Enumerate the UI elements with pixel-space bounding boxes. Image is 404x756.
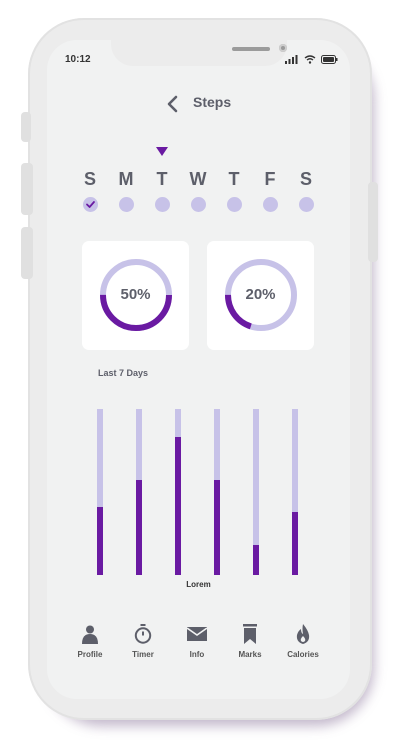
flame-icon xyxy=(293,624,313,644)
day-label-5[interactable]: F xyxy=(258,169,282,190)
nav-label: Info xyxy=(189,650,205,659)
speaker xyxy=(232,47,270,51)
status-icons xyxy=(285,55,338,64)
bookmark-icon xyxy=(240,624,260,644)
bar-track-4 xyxy=(253,409,259,575)
day-label-2[interactable]: T xyxy=(150,169,174,190)
camera xyxy=(279,44,287,52)
nav-item-calories[interactable]: Calories xyxy=(276,624,330,659)
bar-4 xyxy=(253,545,259,575)
nav-label: Marks xyxy=(238,650,262,659)
progress-card-1[interactable]: 50% xyxy=(82,241,189,350)
selected-day-indicator-icon xyxy=(156,147,168,156)
day-dot-1[interactable] xyxy=(119,197,134,212)
bar-track-3 xyxy=(214,409,220,575)
back-chevron-icon[interactable] xyxy=(163,94,183,114)
battery-icon xyxy=(321,55,338,64)
envelope-icon xyxy=(186,624,208,644)
volume-up-button xyxy=(21,163,33,215)
bar-3 xyxy=(214,480,220,575)
bar-2 xyxy=(175,437,181,575)
nav-label: Profile xyxy=(77,650,103,659)
day-dot-6[interactable] xyxy=(299,197,314,212)
chart-x-label: Lorem xyxy=(186,580,211,589)
mute-switch xyxy=(21,112,31,142)
bar-track-2 xyxy=(175,409,181,575)
bar-track-1 xyxy=(136,409,142,575)
day-label-6[interactable]: S xyxy=(294,169,318,190)
day-dot-4[interactable] xyxy=(227,197,242,212)
day-label-0[interactable]: S xyxy=(78,169,102,190)
day-dot-5[interactable] xyxy=(263,197,278,212)
day-label-3[interactable]: W xyxy=(186,169,210,190)
day-dot-0[interactable] xyxy=(83,197,98,212)
notch xyxy=(111,40,287,66)
nav-item-marks[interactable]: Marks xyxy=(223,624,277,659)
nav-item-profile[interactable]: Profile xyxy=(63,624,117,659)
bar-0 xyxy=(97,506,103,575)
bar-5 xyxy=(292,511,298,575)
check-icon xyxy=(86,201,95,208)
header: Steps xyxy=(47,92,350,116)
page-title: Steps xyxy=(193,94,232,110)
day-dot-2[interactable] xyxy=(155,197,170,212)
volume-down-button xyxy=(21,227,33,279)
day-label-1[interactable]: M xyxy=(114,169,138,190)
progress-card-2[interactable]: 20% xyxy=(207,241,314,350)
power-button xyxy=(368,182,378,262)
signal-icon xyxy=(285,55,298,64)
status-time: 10:12 xyxy=(65,54,91,65)
bar-track-0 xyxy=(97,409,103,575)
stopwatch-icon xyxy=(133,624,153,644)
section-label: Last 7 Days xyxy=(98,368,149,378)
day-label-4[interactable]: T xyxy=(222,169,246,190)
bar-1 xyxy=(136,480,142,575)
progress-percent-2: 20% xyxy=(245,286,276,303)
nav-item-timer[interactable]: Timer xyxy=(116,624,170,659)
person-icon xyxy=(80,624,100,644)
nav-item-info[interactable]: Info xyxy=(170,624,224,659)
nav-label: Calories xyxy=(287,650,319,659)
progress-percent-1: 50% xyxy=(120,286,151,303)
screen: 10:12 Steps SMTWTFS 50% 20% Last 7 Days … xyxy=(47,40,350,699)
bar-track-5 xyxy=(292,409,298,575)
nav-label: Timer xyxy=(132,650,154,659)
wifi-icon xyxy=(304,55,316,64)
day-dot-3[interactable] xyxy=(191,197,206,212)
